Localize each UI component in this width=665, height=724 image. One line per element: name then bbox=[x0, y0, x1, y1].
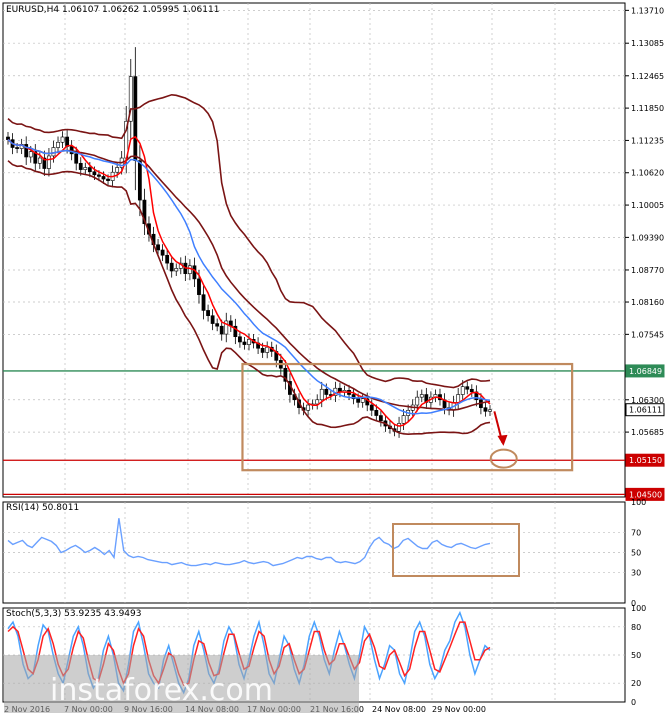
candle-body-34 bbox=[160, 249, 165, 256]
rsi-tick-3: 30 bbox=[631, 569, 641, 578]
stoch-title: Stoch(5,3,3) 53.9235 43.9493 bbox=[6, 609, 141, 619]
y-tick-label-9: 1.08160 bbox=[631, 298, 664, 307]
candle-body-105 bbox=[483, 407, 488, 412]
candle-body-78 bbox=[360, 398, 365, 403]
candle-body-9 bbox=[47, 155, 51, 169]
y-tick-label-0: 1.13710 bbox=[631, 6, 664, 15]
y-tick-label-2: 1.12465 bbox=[631, 72, 664, 81]
candle-body-101 bbox=[465, 386, 470, 390]
candle-body-45 bbox=[210, 315, 215, 324]
stoch-tick-3: 20 bbox=[631, 679, 641, 688]
candle-body-18 bbox=[87, 167, 92, 172]
y-tick-label-5: 1.10620 bbox=[631, 169, 664, 178]
chart-root: 1.13710 1.13085 1.12465 1.11850 1.11235 1.106… bbox=[0, 0, 665, 720]
candle-body-12 bbox=[60, 136, 65, 143]
candle-body-5 bbox=[28, 151, 33, 158]
candle-body-100 bbox=[460, 386, 465, 395]
candle-body-2 bbox=[15, 147, 19, 149]
candle-body-20 bbox=[97, 174, 101, 177]
candle-body-80 bbox=[369, 404, 374, 411]
stoch-tick-2: 50 bbox=[631, 651, 641, 660]
candle-body-52 bbox=[242, 341, 247, 345]
candle-body-46 bbox=[215, 323, 220, 327]
candle-body-17 bbox=[83, 167, 88, 170]
candle-body-68 bbox=[315, 399, 320, 405]
candle-body-47 bbox=[219, 325, 224, 335]
candle-body-90 bbox=[415, 396, 420, 406]
stoch-tick-1: 80 bbox=[631, 623, 641, 632]
candle-body-35 bbox=[165, 254, 170, 264]
price-label-0: 1.06849 bbox=[629, 367, 662, 376]
x-label-7: 29 Nov 00:00 bbox=[432, 705, 486, 714]
candle-body-43 bbox=[201, 294, 206, 311]
y-tick-label-3: 1.11850 bbox=[631, 104, 664, 113]
candle-body-15 bbox=[74, 153, 79, 164]
candle-body-106 bbox=[488, 409, 492, 412]
candle-body-28 bbox=[133, 76, 138, 161]
candle-body-40 bbox=[187, 265, 192, 274]
rsi-tick-2: 50 bbox=[631, 549, 641, 558]
rsi-tick-1: 70 bbox=[631, 528, 641, 537]
candle-body-82 bbox=[378, 415, 383, 422]
candle-body-66 bbox=[306, 404, 311, 411]
rsi-tick-0: 100 bbox=[631, 498, 646, 507]
candle-body-10 bbox=[51, 147, 56, 157]
x-label-6: 24 Nov 08:00 bbox=[372, 705, 426, 714]
candle-body-87 bbox=[401, 415, 406, 424]
chart-svg: 1.13710 1.13085 1.12465 1.11850 1.11235 1.106… bbox=[0, 0, 665, 720]
price-label-2: 1.05150 bbox=[629, 456, 662, 465]
y-tick-label-1: 1.13085 bbox=[631, 39, 664, 48]
candle-body-11 bbox=[56, 141, 60, 148]
candle-body-16 bbox=[78, 162, 83, 170]
candle-body-37 bbox=[174, 268, 179, 272]
candle-body-57 bbox=[265, 346, 270, 353]
rsi-title: RSI(14) 50.8011 bbox=[6, 503, 79, 513]
stoch-tick-4: 0 bbox=[631, 698, 636, 707]
candle-body-7 bbox=[37, 157, 42, 164]
candle-body-86 bbox=[397, 423, 401, 432]
candle-body-0 bbox=[6, 136, 10, 140]
candle-body-42 bbox=[197, 278, 201, 295]
y-tick-label-7: 1.09390 bbox=[631, 233, 664, 242]
candle-body-91 bbox=[419, 394, 424, 398]
candle-body-33 bbox=[156, 244, 160, 251]
candle-body-56 bbox=[260, 347, 265, 353]
candle-body-19 bbox=[92, 171, 97, 176]
candle-body-36 bbox=[169, 262, 174, 272]
main-title: EURUSD,H4 1.06107 1.06262 1.05995 1.0611… bbox=[6, 5, 219, 15]
stoch-tick-0: 100 bbox=[631, 604, 646, 613]
candle-body-53 bbox=[247, 339, 251, 345]
candle-body-81 bbox=[374, 409, 379, 416]
candle-body-69 bbox=[319, 388, 324, 401]
y-tick-label-10: 1.07545 bbox=[631, 330, 664, 339]
watermark-text: instaforex.com bbox=[50, 673, 273, 708]
candle-body-51 bbox=[238, 336, 242, 343]
y-tick-label-12: 1.05685 bbox=[631, 428, 664, 437]
y-tick-label-6: 1.10005 bbox=[631, 201, 664, 210]
candle-body-22 bbox=[106, 178, 110, 181]
candle-body-21 bbox=[101, 176, 106, 180]
candle-body-44 bbox=[206, 310, 210, 316]
y-tick-label-8: 1.08770 bbox=[631, 266, 664, 275]
candle-body-102 bbox=[469, 388, 474, 393]
candle-body-77 bbox=[356, 398, 361, 403]
watermark: instaforex.com bbox=[4, 655, 359, 713]
candle-body-24 bbox=[115, 167, 120, 173]
price-label-1: 1.06111 bbox=[629, 406, 662, 415]
candle-body-29 bbox=[137, 160, 142, 201]
candle-body-70 bbox=[324, 388, 329, 395]
candle-body-99 bbox=[456, 394, 461, 403]
y-tick-label-4: 1.11235 bbox=[631, 136, 664, 145]
